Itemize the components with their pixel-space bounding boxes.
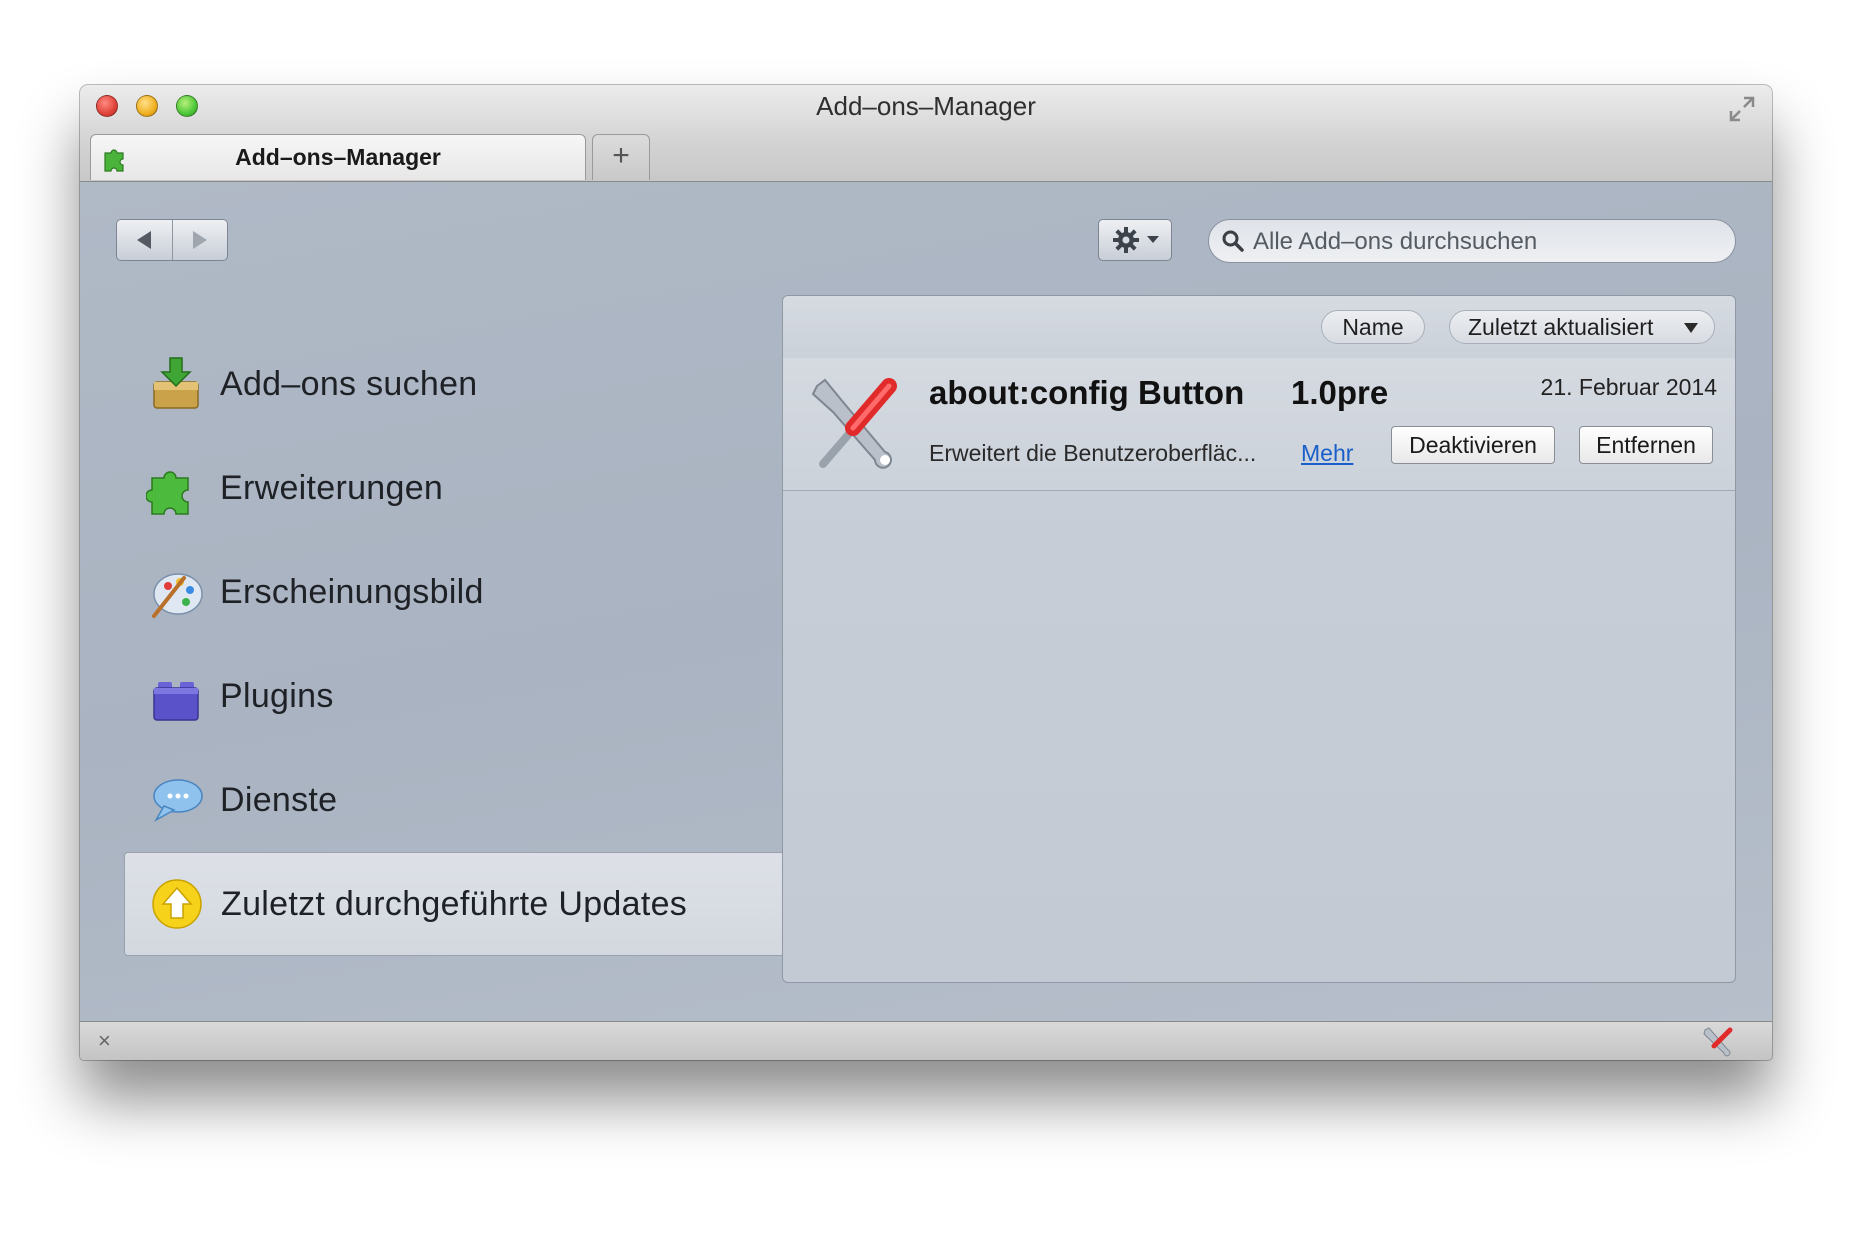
forward-button[interactable] [171,220,228,260]
sort-by-updated-button[interactable]: Zuletzt aktualisiert [1449,310,1715,344]
addon-bar: × [80,1021,1772,1060]
title-bar: Add–ons–Manager Add–ons–Manager + [80,85,1772,182]
history-navigation [116,219,228,261]
addon-name: about:config Button [929,374,1245,411]
category-services[interactable]: Dienste [124,748,784,852]
search-input[interactable] [1251,224,1725,260]
remove-button[interactable]: Entfernen [1579,426,1713,464]
addon-version: 1.0pre [1291,374,1389,411]
wrench-screwdriver-icon [811,378,897,469]
category-extensions[interactable]: Erweiterungen [124,436,784,540]
back-arrow-icon [137,231,152,249]
category-label: Add–ons suchen [220,364,478,403]
search-field[interactable] [1208,219,1736,263]
category-label: Dienste [220,780,338,819]
window-title: Add–ons–Manager [816,91,1036,121]
gear-icon [1113,227,1139,253]
category-recent-updates[interactable]: Zuletzt durchgeführte Updates [124,852,784,956]
lego-brick-icon [153,682,199,721]
addon-date: 21. Februar 2014 [1540,374,1717,400]
search-icon [1222,230,1244,252]
tools-menu-button[interactable] [1098,219,1172,261]
addons-manager-window: Add–ons–Manager Add–ons–Manager + Alle A… [80,85,1772,1060]
back-button[interactable] [117,220,172,260]
category-get-addons[interactable]: Add–ons suchen [124,332,784,436]
category-label: Erscheinungsbild [220,572,484,611]
addon-list-panel: Name Zuletzt aktualisiert about:config B… [782,295,1736,983]
sort-by-name-button[interactable]: Name [1321,310,1425,344]
addon-more-link[interactable]: Mehr [1301,440,1353,467]
addon-item[interactable]: about:config Button 1.0pre 21. Februar 2… [783,358,1735,491]
category-label: Zuletzt durchgeführte Updates [221,884,688,923]
category-list: Add–ons suchen Erweiterungen Erscheinung… [124,332,784,956]
sort-updated-label: Zuletzt aktualisiert [1468,314,1654,340]
sort-descending-icon [1684,323,1698,333]
tab-label: Add–ons–Manager [235,144,441,170]
category-label: Plugins [220,676,334,715]
category-plugins[interactable]: Plugins [124,644,784,748]
chevron-down-icon [1147,236,1159,243]
update-arrow-icon [152,879,202,929]
new-tab-button[interactable]: + [592,134,650,180]
forward-arrow-icon [192,231,207,249]
category-appearance[interactable]: Erscheinungsbild [124,540,784,644]
category-label: Erweiterungen [220,468,444,507]
speech-bubble-icon [153,779,203,822]
fullscreen-icon[interactable] [1728,95,1756,123]
addon-description: Erweitert die Benutzeroberfläc... [929,440,1257,466]
download-box-icon [153,357,199,409]
puzzle-icon [146,471,189,515]
deactivate-button[interactable]: Deaktivieren [1391,426,1555,464]
addons-content: Add–ons suchen Erweiterungen Erscheinung… [80,182,1772,1022]
tab-addons-manager[interactable]: Add–ons–Manager [90,134,586,180]
wrench-screwdriver-icon[interactable] [1700,1024,1734,1058]
close-addon-bar-button[interactable]: × [98,1028,111,1054]
sort-bar: Name Zuletzt aktualisiert [783,296,1735,359]
palette-icon [152,573,203,618]
